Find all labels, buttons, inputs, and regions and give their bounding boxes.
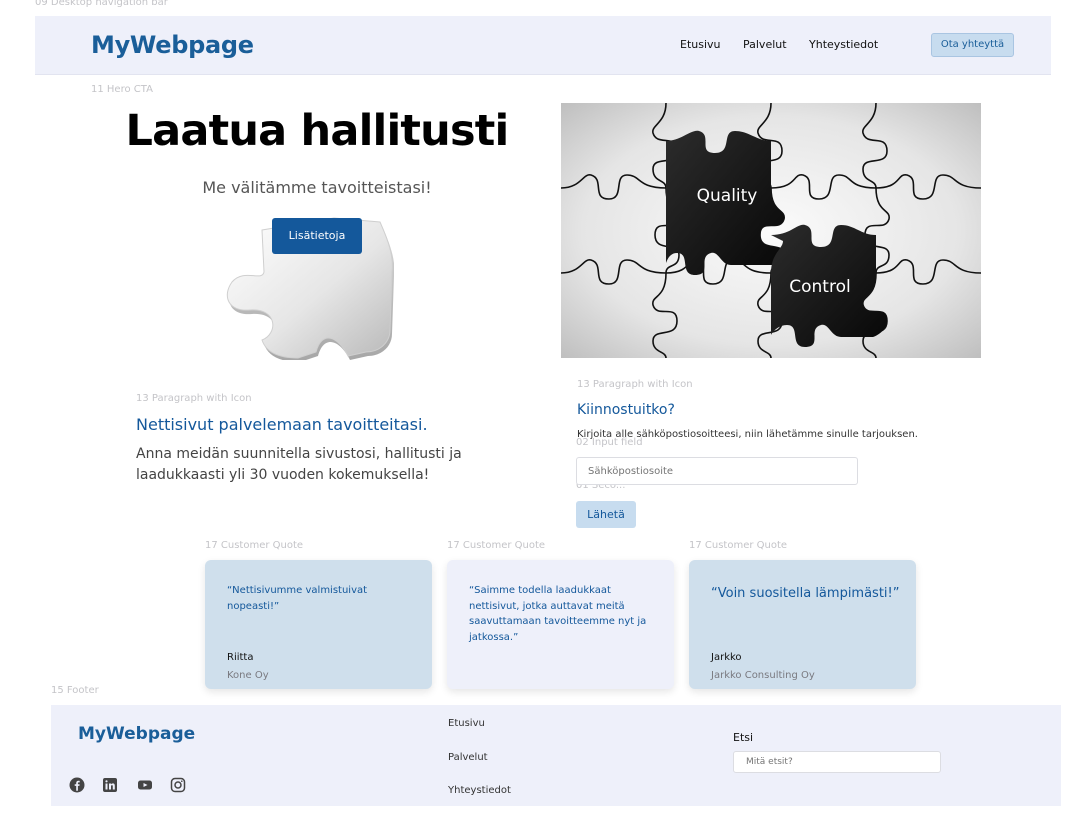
contact-heading: Kiinnostuitko?	[577, 402, 675, 418]
quote-text: “Saimme todella laadukkaat nettisivut, j…	[469, 585, 647, 643]
send-button[interactable]: Lähetä	[576, 501, 636, 528]
frame-label-nav: 09 Desktop navigation bar	[35, 0, 168, 8]
quote-name: Riitta	[227, 652, 254, 663]
quote-name: Jarkko	[711, 652, 742, 663]
customer-quote-card: “Nettisivumme valmistuivat nopeasti!” Ri…	[205, 560, 432, 689]
footer: MyWebpage Etusivu Palvelut Yhteystiedot …	[51, 705, 1061, 806]
quality-control-puzzle-image: Quality Control	[561, 103, 981, 358]
more-info-button[interactable]: Lisätietoja	[272, 218, 362, 254]
linkedin-icon[interactable]	[102, 777, 118, 793]
quote-company: Kone Oy	[227, 670, 269, 681]
contact-cta-button[interactable]: Ota yhteyttä	[931, 33, 1014, 57]
search-input[interactable]	[733, 751, 941, 773]
contact-body: Kirjoita alle sähköpostiosoitteesi, niin…	[577, 429, 918, 440]
customer-quote-card: “Voin suositella lämpimästi!” Jarkko Jar…	[689, 560, 916, 689]
footer-link-etusivu[interactable]: Etusivu	[448, 718, 485, 729]
quote-text: “Voin suositella lämpimästi!”	[711, 586, 900, 601]
frame-label-quote: 17 Customer Quote	[689, 540, 788, 551]
frame-label-para2: 13 Paragraph with Icon	[577, 379, 693, 390]
customer-quote-card: “Saimme todella laadukkaat nettisivut, j…	[447, 560, 674, 689]
hero-title: Laatua hallitusti	[125, 106, 510, 156]
nav-item-yhteystiedot[interactable]: Yhteystiedot	[809, 38, 878, 51]
intro-heading: Nettisivut palvelemaan tavoitteitasi.	[136, 415, 428, 434]
instagram-icon[interactable]	[170, 777, 186, 793]
frame-label-hero: 11 Hero CTA	[91, 84, 153, 95]
facebook-icon[interactable]	[69, 777, 85, 793]
frame-label-footer: 15 Footer	[51, 685, 99, 696]
search-label: Etsi	[733, 731, 754, 744]
quote-company: Jarkko Consulting Oy	[711, 670, 815, 681]
puzzle-word-quality: Quality	[697, 186, 758, 206]
footer-link-yhteystiedot[interactable]: Yhteystiedot	[448, 785, 511, 796]
frame-label-quote: 17 Customer Quote	[447, 540, 546, 551]
nav-item-etusivu[interactable]: Etusivu	[680, 38, 721, 51]
navigation-bar: MyWebpage Etusivu Palvelut Yhteystiedot …	[35, 16, 1051, 75]
youtube-icon[interactable]	[137, 777, 153, 793]
hero-subtitle: Me välitämme tavoitteistasi!	[202, 178, 432, 197]
nav-item-palvelut[interactable]: Palvelut	[743, 38, 787, 51]
intro-body: Anna meidän suunnitella sivustosi, halli…	[136, 446, 462, 483]
quote-text: “Nettisivumme valmistuivat nopeasti!”	[227, 585, 368, 612]
frame-label-quote: 17 Customer Quote	[205, 540, 304, 551]
frame-label-para1: 13 Paragraph with Icon	[136, 393, 252, 404]
footer-brand[interactable]: MyWebpage	[78, 724, 195, 744]
email-field[interactable]	[576, 457, 858, 485]
footer-link-palvelut[interactable]: Palvelut	[448, 752, 488, 763]
puzzle-word-control: Control	[789, 277, 850, 297]
brand-logo[interactable]: MyWebpage	[91, 31, 254, 59]
